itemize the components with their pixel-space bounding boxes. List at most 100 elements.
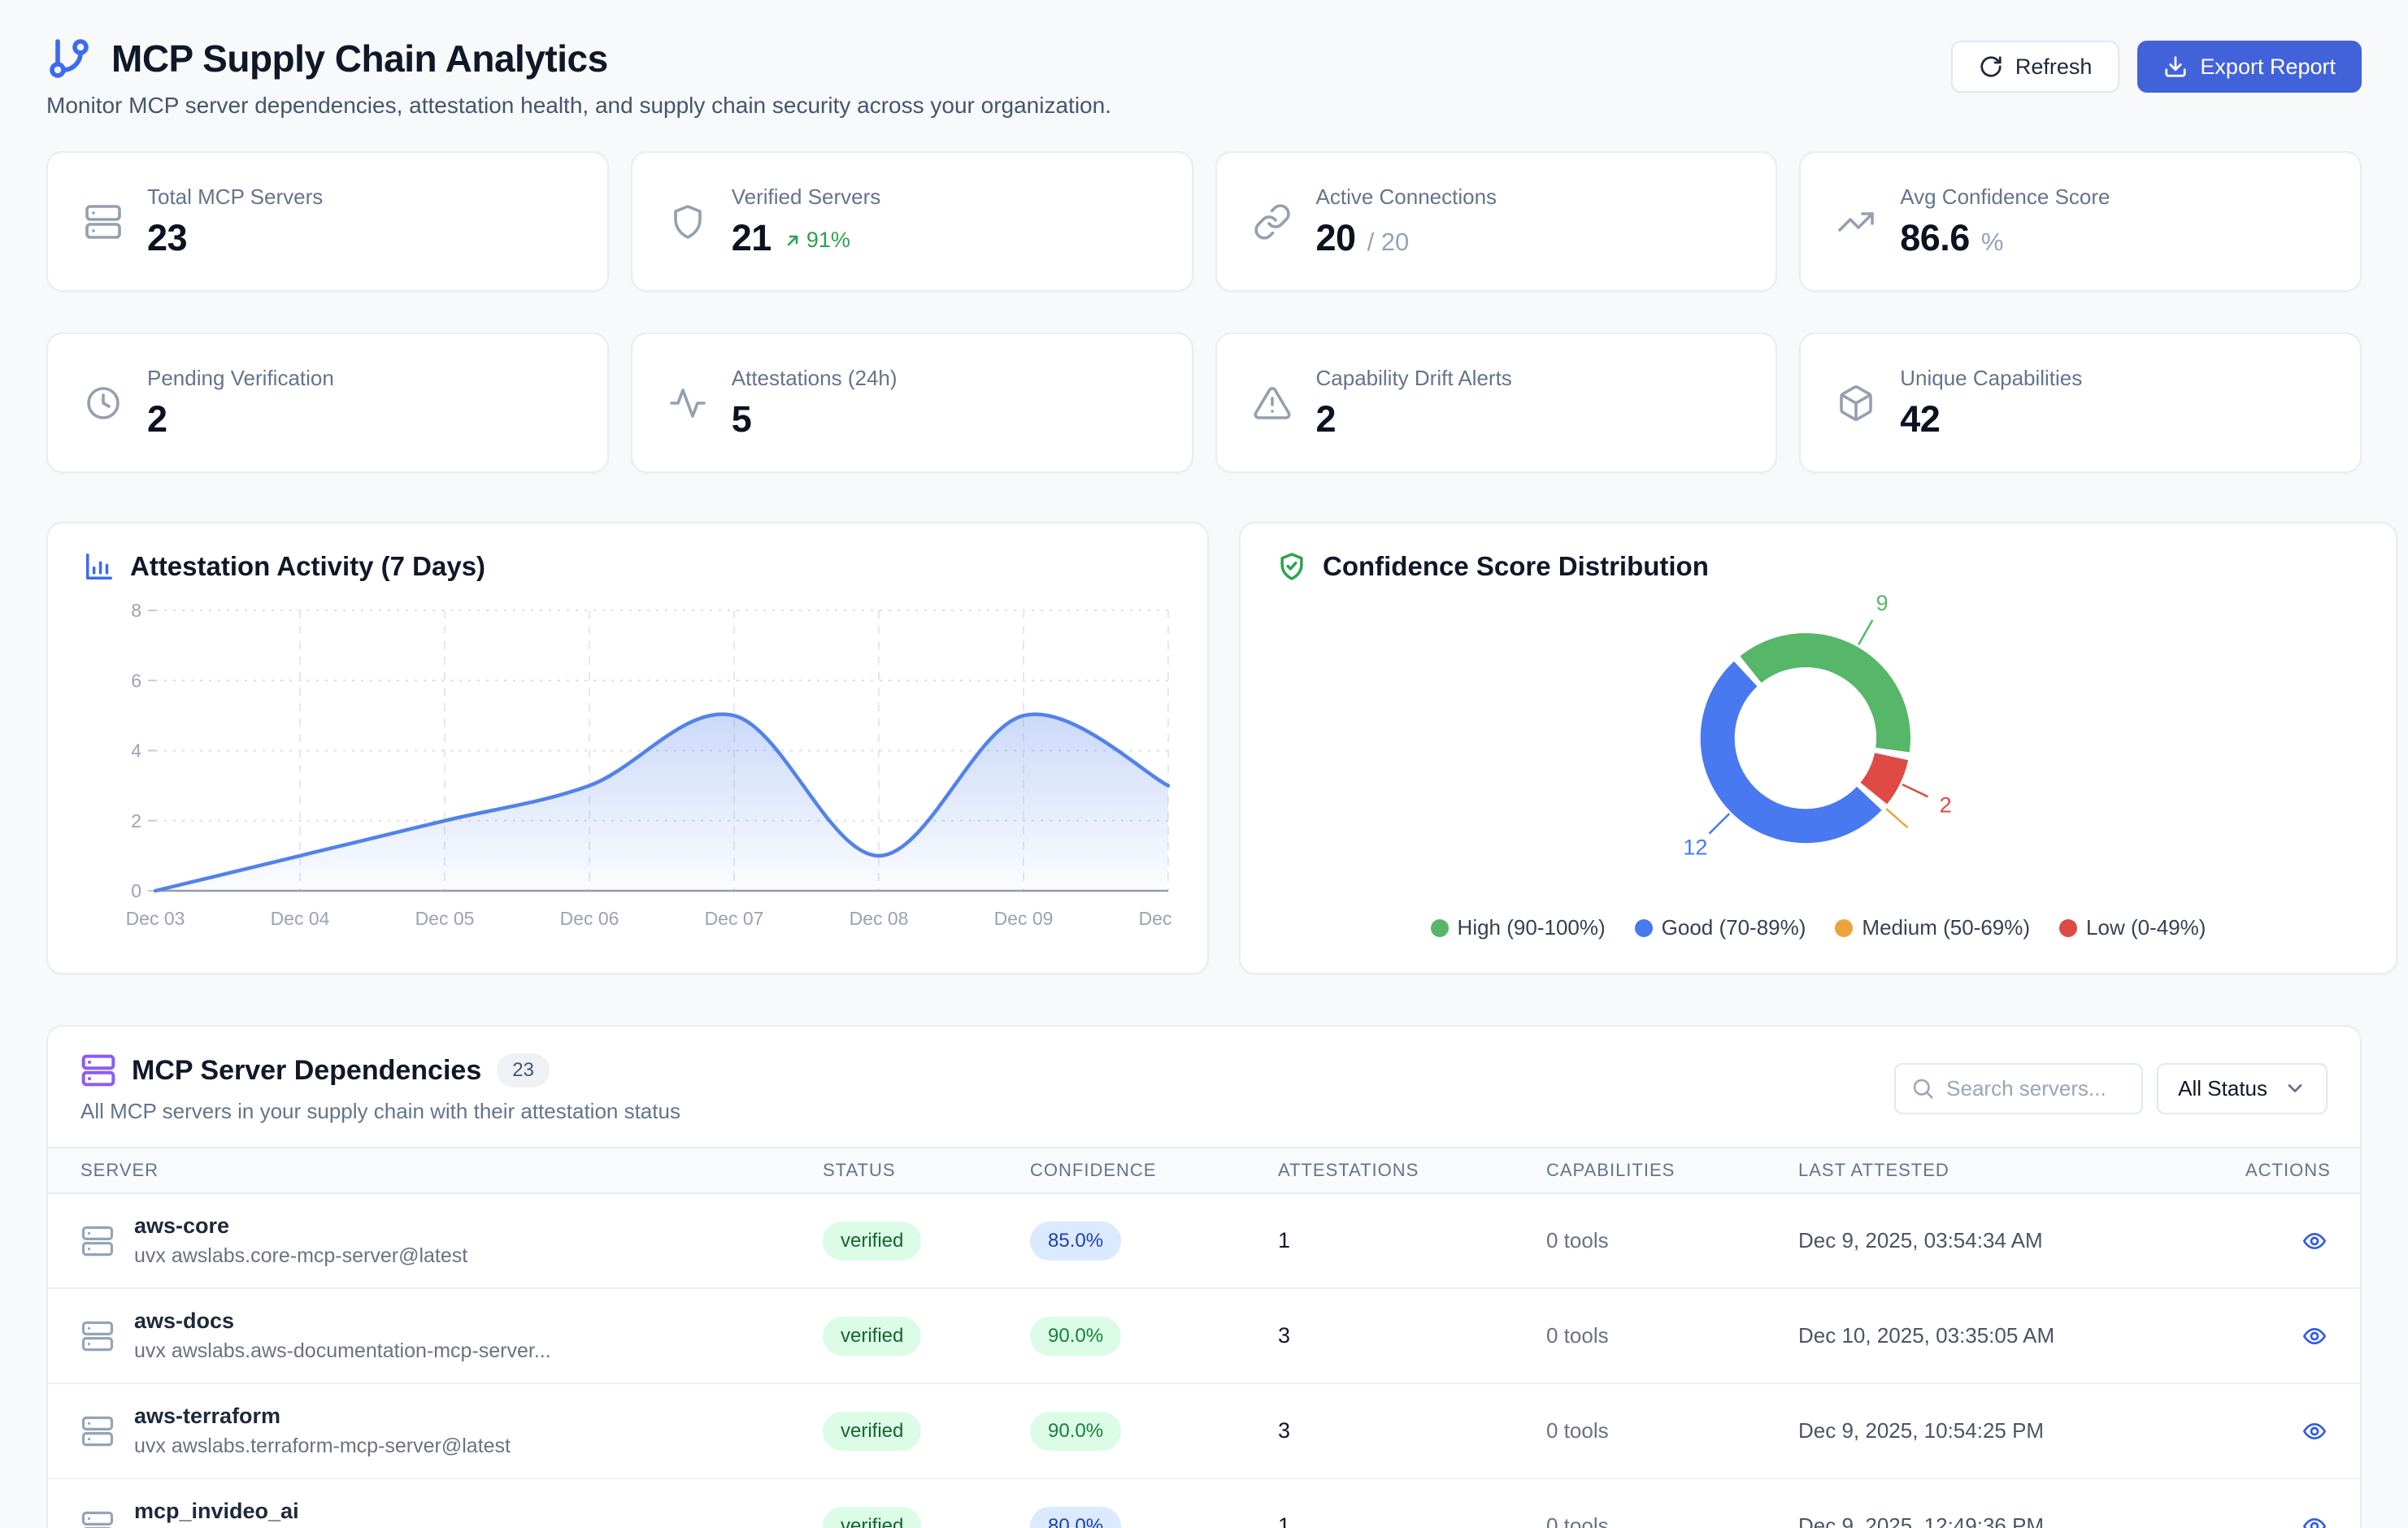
eye-icon [2302,1513,2328,1528]
server-info: aws-terraform uvx awslabs.terraform-mcp-… [134,1404,511,1458]
clock-icon [84,384,123,423]
svg-text:Dec 08: Dec 08 [850,908,909,925]
refresh-icon [1979,54,2003,79]
view-details-button[interactable] [2302,1513,2328,1528]
stat-card-avg-confidence-score: Avg Confidence Score 86.6 % [1799,151,2362,292]
column-header-last-attested: LAST ATTESTED [1798,1160,2245,1181]
last-attested: Dec 9, 2025, 12:49:36 PM [1798,1513,2245,1528]
link-icon [1253,202,1292,241]
status-cell: verified [823,1412,1030,1451]
stat-value: 86.6 [1900,217,1970,259]
legend-dot-icon [1835,919,1853,937]
svg-text:Dec 04: Dec 04 [271,908,330,925]
server-icon [84,202,123,241]
eye-icon [2302,1228,2328,1254]
distribution-panel-title: Confidence Score Distribution [1323,551,1709,582]
server-command: uvx awslabs.core-mcp-server@latest [134,1244,467,1268]
server-name: aws-docs [134,1309,551,1334]
stat-label: Unique Capabilities [1900,366,2082,391]
stat-label: Pending Verification [147,366,334,391]
column-header-attestations: ATTESTATIONS [1278,1160,1546,1181]
attestations-count: 1 [1278,1228,1546,1253]
stat-card-verified-servers: Verified Servers 21 91% [631,151,1193,292]
stat-label: Capability Drift Alerts [1316,366,1512,391]
stats-grid: Total MCP Servers 23 Verified Servers 21… [46,151,2362,473]
status-badge: verified [823,1317,921,1356]
legend-dot-icon [2059,919,2077,937]
section-subtitle: All MCP servers in your supply chain wit… [80,1099,680,1124]
search-box[interactable] [1894,1063,2143,1114]
section-title: MCP Server Dependencies [132,1055,481,1087]
stat-value: 20 [1316,217,1356,259]
svg-text:12: 12 [1683,836,1707,860]
search-input[interactable] [1946,1076,2127,1101]
attestations-count: 3 [1278,1323,1546,1348]
package-icon [1836,384,1876,423]
table-body: aws-core uvx awslabs.core-mcp-server@lat… [48,1194,2360,1528]
activity-panel-title: Attestation Activity (7 Days) [130,551,485,582]
attestation-activity-chart: 02468Dec 03Dec 04Dec 05Dec 06Dec 07Dec 0… [84,590,1171,925]
server-cell: aws-docs uvx awslabs.aws-documentation-m… [80,1309,823,1363]
svg-text:Dec 05: Dec 05 [415,908,475,925]
export-report-button[interactable]: Export Report [2137,41,2362,93]
table-row: aws-docs uvx awslabs.aws-documentation-m… [48,1289,2360,1384]
server-cell: aws-core uvx awslabs.core-mcp-server@lat… [80,1213,823,1268]
view-details-button[interactable] [2302,1323,2328,1349]
activity-icon [668,384,707,423]
donut-legend: High (90-100%)Good (70-89%)Medium (50-69… [1276,915,2360,940]
activity-panel-header: Attestation Activity (7 Days) [84,551,1171,582]
stat-value-row: 23 [147,217,323,259]
server-icon [80,1319,115,1353]
legend-dot-icon [1431,919,1449,937]
table-row: aws-core uvx awslabs.core-mcp-server@lat… [48,1194,2360,1289]
status-filter-dropdown[interactable]: All Status [2157,1063,2328,1114]
bar-chart-icon [84,551,115,582]
shield-check-icon [1276,551,1307,582]
stat-card-capability-drift-alerts: Capability Drift Alerts 2 [1215,332,1778,473]
refresh-button[interactable]: Refresh [1951,41,2120,93]
eye-icon [2302,1323,2328,1349]
column-header-server: SERVER [80,1160,823,1181]
server-name: aws-core [134,1213,467,1239]
column-header-actions: ACTIONS [2245,1160,2331,1181]
svg-text:Dec 09: Dec 09 [994,908,1054,925]
status-filter-value: All Status [2178,1076,2267,1101]
table-controls: All Status [1894,1063,2328,1114]
search-icon [1910,1076,1935,1100]
confidence-cell: 90.0% [1030,1317,1278,1356]
attestations-count: 3 [1278,1418,1546,1443]
table-column-headers: SERVERSTATUSCONFIDENCEATTESTATIONSCAPABI… [48,1147,2360,1194]
page-title-row: MCP Supply Chain Analytics [46,36,1111,81]
stat-value-row: 5 [732,398,898,441]
svg-text:9: 9 [1876,591,1889,615]
server-icon [80,1414,115,1448]
shield-check-icon [1276,551,1307,582]
legend-item: High (90-100%) [1431,915,1606,940]
page-title: MCP Supply Chain Analytics [111,37,608,80]
view-details-button[interactable] [2302,1418,2328,1444]
legend-dot-icon [1635,919,1653,937]
status-cell: verified [823,1507,1030,1528]
page-subtitle: Monitor MCP server dependencies, attesta… [46,93,1111,119]
chevron-down-icon [2284,1077,2306,1100]
stat-card-body: Capability Drift Alerts 2 [1316,366,1512,441]
stat-value-row: 21 91% [732,217,881,259]
shield-icon [668,202,707,241]
confidence-badge: 85.0% [1030,1222,1121,1261]
stat-card-body: Pending Verification 2 [147,366,334,441]
git-branch-icon [46,36,92,81]
status-badge: verified [823,1412,921,1451]
status-cell: verified [823,1222,1030,1261]
stat-card-body: Verified Servers 21 91% [732,184,881,259]
view-details-button[interactable] [2302,1228,2328,1254]
page-header-left: MCP Supply Chain Analytics Monitor MCP s… [46,36,1111,119]
confidence-cell: 85.0% [1030,1222,1278,1261]
stat-suffix: % [1981,228,2004,257]
svg-text:2: 2 [1940,793,1952,818]
refresh-button-label: Refresh [2015,54,2093,80]
capabilities-count: 0 tools [1546,1323,1798,1348]
stat-card-unique-capabilities: Unique Capabilities 42 [1799,332,2362,473]
server-cell: aws-terraform uvx awslabs.terraform-mcp-… [80,1404,823,1458]
confidence-donut-chart: 9 12 2 [1276,590,2360,914]
stat-value-row: 2 [147,398,334,441]
